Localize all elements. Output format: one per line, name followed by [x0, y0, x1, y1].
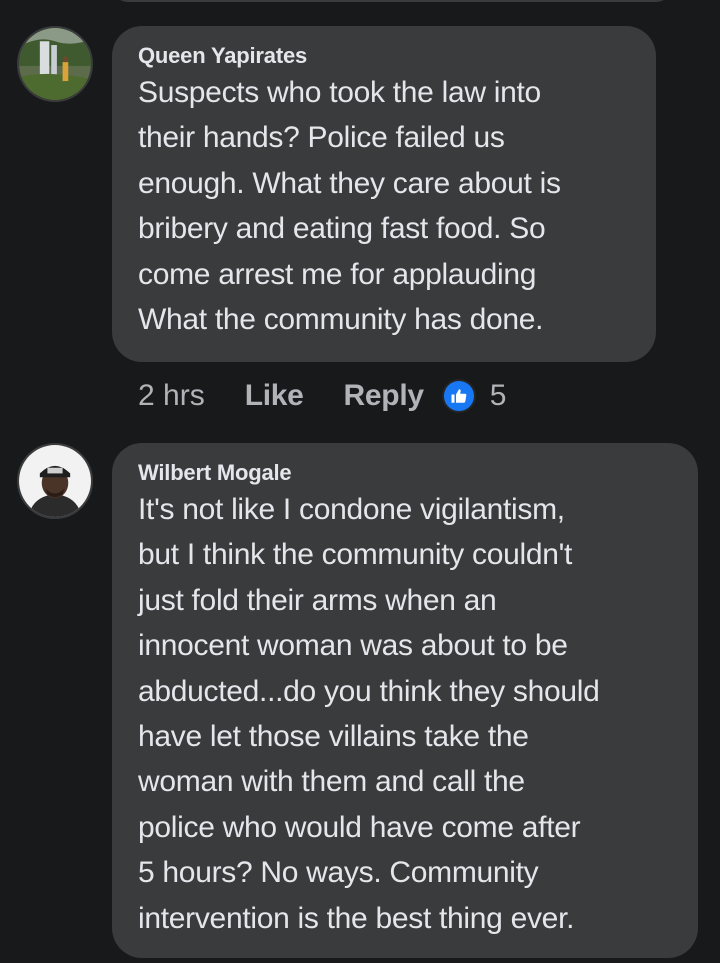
comment-text: It's not like I condone vigilantism, but…: [138, 493, 600, 935]
avatar[interactable]: [17, 443, 93, 519]
comment-author[interactable]: Wilbert Mogale: [138, 459, 672, 487]
avatar[interactable]: [17, 26, 93, 102]
reply-button[interactable]: Reply: [344, 379, 425, 413]
profile-photo-man: [19, 445, 91, 517]
thumbs-up-icon[interactable]: [441, 379, 476, 413]
previous-comment-bubble: [112, 0, 672, 2]
comment-timestamp[interactable]: 2 hrs: [138, 379, 205, 413]
profile-photo-waterfall: [19, 28, 91, 100]
like-button[interactable]: Like: [245, 379, 304, 413]
reaction-count[interactable]: 5: [490, 379, 507, 413]
comment-author[interactable]: Queen Yapirates: [138, 42, 630, 70]
comment-bubble: Wilbert Mogale It's not like I condone v…: [112, 443, 698, 958]
comment-bubble: Queen Yapirates Suspects who took the la…: [112, 26, 656, 362]
comment-actions: 2 hrs Like Reply 5: [138, 374, 506, 418]
comment-text: Suspects who took the law into their han…: [138, 76, 561, 337]
